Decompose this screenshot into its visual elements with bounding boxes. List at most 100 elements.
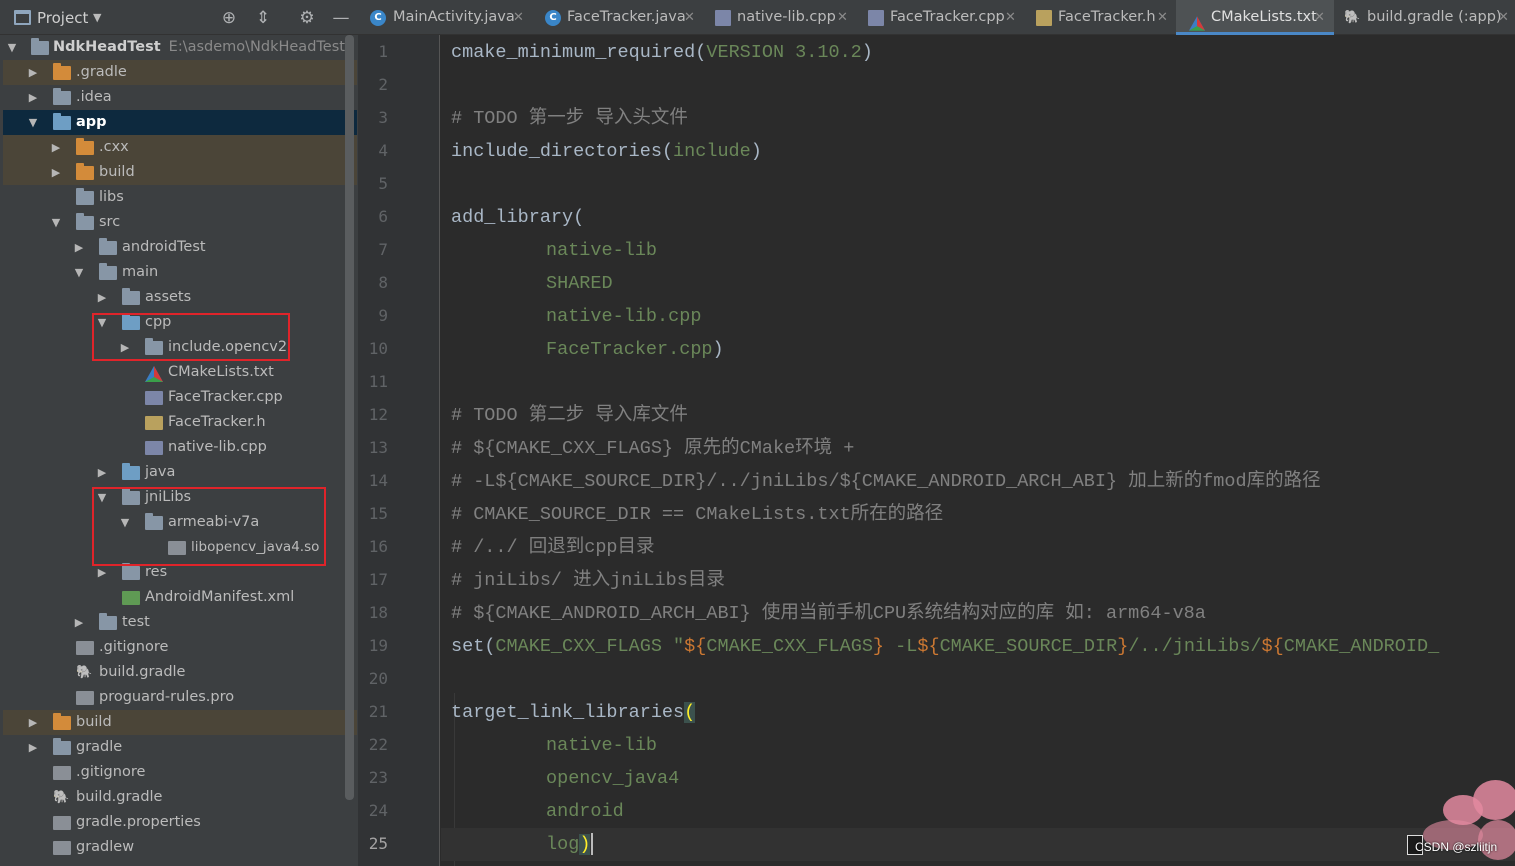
close-tab-icon[interactable]: ✕ — [837, 0, 848, 35]
properties-file-icon — [53, 816, 71, 830]
tab-facetracker-cpp[interactable]: FaceTracker.cpp ✕ — [856, 0, 1024, 35]
tree-item[interactable]: proguard-rules.pro — [3, 685, 357, 710]
excluded-folder-icon — [76, 163, 94, 180]
tree-item-label: src — [99, 214, 121, 230]
code-token: target_link_libraries — [451, 702, 685, 723]
line-number: 19 — [368, 636, 388, 655]
collapse-all-icon[interactable]: ⇕ — [252, 7, 274, 29]
manifest-file-icon — [122, 591, 140, 605]
tree-root-ndkheadtest[interactable]: ▼ NdkHeadTest E:\asdemo\NdkHeadTest — [3, 35, 357, 60]
resources-folder-icon — [122, 563, 140, 580]
code-token: FaceTracker.cpp — [546, 339, 713, 360]
close-tab-icon[interactable]: ✕ — [1157, 0, 1168, 35]
collapsed-arrow-icon[interactable]: ▶ — [73, 610, 85, 635]
tree-item[interactable]: CMakeLists.txt — [3, 360, 357, 385]
line-number: 18 — [368, 603, 388, 622]
tab-cmakelists-txt[interactable]: CMakeLists.txt ✕ — [1176, 0, 1334, 35]
expanded-arrow-icon[interactable]: ▼ — [73, 260, 85, 285]
locate-file-icon[interactable]: ⊕ — [218, 7, 240, 29]
tree-item[interactable]: ▶ java — [3, 460, 357, 485]
tree-item[interactable]: ▼ main — [3, 260, 357, 285]
tree-item[interactable]: ▶ .idea — [3, 85, 357, 110]
close-tab-icon[interactable]: ✕ — [684, 0, 695, 35]
line-number: 9 — [378, 306, 388, 325]
tree-item[interactable]: .gitignore — [3, 635, 357, 660]
collapsed-arrow-icon[interactable]: ▶ — [50, 160, 62, 185]
code-token: " — [661, 636, 685, 657]
tree-item-label: .cxx — [99, 139, 129, 155]
code-token: ( — [695, 42, 707, 63]
tab-mainactivity-java[interactable]: C MainActivity.java ✕ — [358, 0, 534, 35]
line-number: 3 — [378, 108, 388, 127]
collapsed-arrow-icon[interactable]: ▶ — [27, 85, 39, 110]
dropdown-caret-icon[interactable]: ▼ — [93, 11, 101, 24]
line-number: 13 — [368, 438, 388, 457]
tree-item[interactable]: gradle.properties — [3, 810, 357, 835]
tree-item[interactable]: ▶ .cxx — [3, 135, 357, 160]
tree-item-label: build — [99, 164, 135, 180]
tab-native-lib-cpp[interactable]: native-lib.cpp ✕ — [704, 0, 856, 35]
tree-item[interactable]: ▶ .gradle — [3, 60, 357, 85]
code-editor[interactable]: cmake_minimum_required(VERSION 3.10.2) #… — [441, 35, 1515, 866]
tree-item[interactable]: ▶ build — [3, 160, 357, 185]
tree-item-label: NdkHeadTest — [53, 39, 161, 55]
close-tab-icon[interactable]: ✕ — [1498, 0, 1509, 35]
project-panel-header: Project ▼ ⊕ ⇕ ⚙ — — [0, 0, 358, 35]
gradle-file-icon: 🐘 — [53, 790, 70, 805]
expanded-arrow-icon[interactable]: ▼ — [50, 210, 62, 235]
close-tab-icon[interactable]: ✕ — [1005, 0, 1016, 35]
collapsed-arrow-icon[interactable]: ▶ — [73, 235, 85, 260]
code-token: CMAKE_ANDROID_ — [1283, 636, 1440, 657]
code-line: cmake_minimum_required(VERSION 3.10.2) — [451, 36, 873, 69]
settings-gear-icon[interactable]: ⚙ — [296, 7, 318, 29]
expanded-arrow-icon[interactable]: ▼ — [27, 110, 39, 135]
tree-item[interactable]: FaceTracker.h — [3, 410, 357, 435]
project-view-dropdown[interactable]: Project — [37, 9, 88, 27]
tree-item[interactable]: FaceTracker.cpp — [3, 385, 357, 410]
tree-item[interactable]: ▼ src — [3, 210, 357, 235]
tree-item-app-selected[interactable]: ▼ app — [3, 110, 357, 135]
tab-facetracker-java[interactable]: C FaceTracker.java ✕ — [534, 0, 704, 35]
tree-item[interactable]: ▶ assets — [3, 285, 357, 310]
tab-facetracker-h[interactable]: FaceTracker.h ✕ — [1024, 0, 1176, 35]
expanded-arrow-icon[interactable]: ▼ — [6, 35, 18, 60]
line-number-gutter: 1 2 3 4 5 6 7 8 9 10 11 12 13 14 15 16 1… — [358, 35, 440, 866]
tree-item[interactable]: AndroidManifest.xml — [3, 585, 357, 610]
line-number: 12 — [368, 405, 388, 424]
hide-panel-icon[interactable]: — — [330, 7, 352, 29]
collapsed-arrow-icon[interactable]: ▶ — [27, 60, 39, 85]
code-token: include_directories — [451, 141, 662, 162]
project-scrollbar[interactable] — [345, 35, 354, 800]
line-number-current: 25 — [368, 834, 388, 853]
tree-item[interactable]: gradlew — [3, 835, 357, 860]
tree-item[interactable]: ▶ build — [3, 710, 357, 735]
collapsed-arrow-icon[interactable]: ▶ — [96, 460, 108, 485]
close-tab-icon[interactable]: ✕ — [513, 0, 524, 35]
code-line: add_library( — [451, 201, 584, 234]
tree-item[interactable]: 🐘 build.gradle — [3, 785, 357, 810]
tab-label: FaceTracker.h — [1058, 9, 1156, 25]
tab-label: MainActivity.java — [393, 9, 515, 25]
collapsed-arrow-icon[interactable]: ▶ — [27, 735, 39, 760]
highlight-box-jnilibs — [92, 487, 326, 566]
header-file-icon — [1036, 10, 1052, 26]
code-token: set — [451, 636, 485, 657]
tree-item[interactable]: native-lib.cpp — [3, 435, 357, 460]
tree-item[interactable]: ▶ gradle — [3, 735, 357, 760]
tab-build-gradle-app[interactable]: 🐘 build.gradle (:app) ✕ — [1334, 0, 1515, 35]
tree-item[interactable]: ▶ androidTest — [3, 235, 357, 260]
code-token: ${ — [684, 636, 707, 657]
folder-icon — [53, 88, 71, 105]
close-tab-icon[interactable]: ✕ — [1314, 0, 1325, 35]
line-number: 23 — [368, 768, 388, 787]
collapsed-arrow-icon[interactable]: ▶ — [50, 135, 62, 160]
tree-item-label: proguard-rules.pro — [99, 689, 235, 705]
tree-item[interactable]: .gitignore — [3, 760, 357, 785]
collapsed-arrow-icon[interactable]: ▶ — [96, 285, 108, 310]
tree-item[interactable]: ▶ test — [3, 610, 357, 635]
tree-item[interactable]: 🐘 build.gradle — [3, 660, 357, 685]
collapsed-arrow-icon[interactable]: ▶ — [27, 710, 39, 735]
code-comment: # jniLibs/ 进入jniLibs目录 — [451, 570, 725, 591]
tree-item[interactable]: libs — [3, 185, 357, 210]
current-code-line[interactable]: log) — [441, 828, 1515, 861]
